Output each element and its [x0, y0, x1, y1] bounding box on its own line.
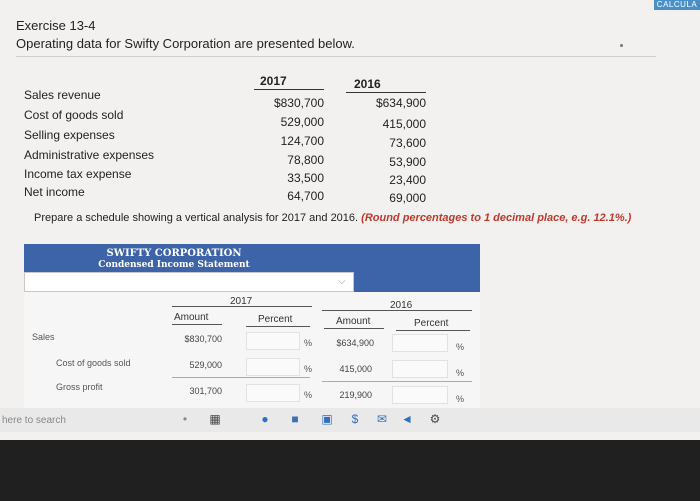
file-explorer-icon[interactable]: ■	[288, 412, 302, 426]
exercise-title: Exercise 13-4	[16, 18, 96, 33]
value-2017: 64,700	[287, 189, 324, 203]
year-2017-header: 2017	[260, 74, 287, 88]
exercise-subtitle: Operating data for Swifty Corporation ar…	[16, 36, 355, 51]
amount-header-2016: Amount	[336, 316, 371, 327]
header-underline	[246, 326, 310, 327]
table-row: Selling expenses 124,700 73,600	[24, 128, 426, 150]
chevron-down-icon[interactable]: ⌵	[338, 276, 346, 287]
browser-page: CALCULA Exercise 13-4 Operating data for…	[0, 0, 700, 440]
amount-2016: 415,000	[339, 364, 372, 374]
divider	[16, 56, 656, 57]
statement-dropdown[interactable]	[24, 272, 354, 292]
store-icon[interactable]: ▣	[320, 412, 334, 426]
percent-2016-input[interactable]	[392, 386, 448, 404]
percent-sign: %	[304, 390, 313, 400]
amount-2016: 219,900	[339, 390, 372, 400]
header-underline	[322, 310, 472, 311]
header-underline	[324, 328, 384, 329]
percent-sign: %	[456, 368, 465, 378]
row-label: Net income	[24, 185, 85, 199]
table-row: Cost of goods sold 529,000 415,000	[24, 108, 426, 131]
gear-icon[interactable]: ⚙	[428, 412, 442, 426]
microphone-icon[interactable]: •	[178, 412, 192, 426]
table-row: Sales revenue $830,700 $634,900	[24, 88, 426, 110]
rounding-note: (Round percentages to 1 decimal place, e…	[361, 212, 632, 224]
percent-2016-input[interactable]	[392, 334, 448, 352]
percent-sign: %	[456, 342, 465, 352]
taskbar-search[interactable]: here to search	[2, 415, 66, 426]
percent-2017-input[interactable]	[246, 358, 300, 376]
row-label: Cost of goods sold	[24, 108, 124, 122]
calculator-tab[interactable]: CALCULA	[654, 0, 700, 10]
amount-2017: 529,000	[189, 360, 222, 370]
row-label: Sales revenue	[24, 88, 101, 102]
value-2017: 529,000	[280, 115, 324, 129]
row-label: Administrative expenses	[24, 148, 155, 162]
page-dot	[620, 44, 623, 47]
percent-sign: %	[456, 394, 465, 404]
percent-2017-input[interactable]	[246, 384, 300, 402]
value-2017: 124,700	[280, 134, 324, 148]
amount-2016: $634,900	[336, 338, 374, 348]
amount-2017: 301,700	[189, 386, 222, 396]
row-label-sales: Sales	[32, 332, 55, 342]
table-row: Administrative expenses 78,800 53,900	[24, 148, 426, 169]
percent-2017-input[interactable]	[246, 332, 300, 350]
row-label-cogs: Cost of goods sold	[56, 358, 131, 368]
header-underline	[172, 324, 222, 325]
monitor-bezel	[0, 440, 700, 501]
row-label: Income tax expense	[24, 167, 132, 181]
percent-header-2017: Percent	[258, 314, 293, 325]
edge-browser-icon[interactable]: ●	[258, 412, 272, 426]
subtotal-line	[172, 377, 310, 378]
header-underline	[396, 330, 470, 331]
value-2017: 33,500	[287, 171, 324, 185]
table-row: Net income 64,700 69,000	[24, 185, 426, 205]
percent-header-2016: Percent	[414, 318, 449, 329]
task-view-icon[interactable]: ▦	[208, 412, 222, 426]
subtotal-line	[322, 381, 472, 382]
mail-icon[interactable]: ✉	[375, 412, 389, 426]
amount-header-2017: Amount	[174, 312, 209, 323]
value-2017: 78,800	[287, 153, 324, 167]
value-2016: 69,000	[389, 191, 426, 205]
percent-2016-input[interactable]	[392, 360, 448, 378]
header-underline	[172, 306, 312, 307]
statement-name: Condensed Income Statement	[98, 260, 250, 270]
row-label-gross-profit: Gross profit	[56, 382, 103, 392]
dollar-icon[interactable]: $	[348, 412, 362, 426]
company-name: SWIFTY CORPORATION	[106, 248, 242, 259]
percent-sign: %	[304, 364, 313, 374]
percent-sign: %	[304, 338, 313, 348]
instructions: Prepare a schedule showing a vertical an…	[34, 212, 631, 224]
send-icon[interactable]: ◄	[400, 412, 414, 426]
row-label: Selling expenses	[24, 128, 115, 142]
answer-panel: SWIFTY CORPORATION Condensed Income Stat…	[24, 244, 480, 414]
instructions-text: Prepare a schedule showing a vertical an…	[34, 212, 362, 224]
table-row: Income tax expense 33,500 23,400	[24, 167, 426, 187]
amount-2017: $830,700	[184, 334, 222, 344]
